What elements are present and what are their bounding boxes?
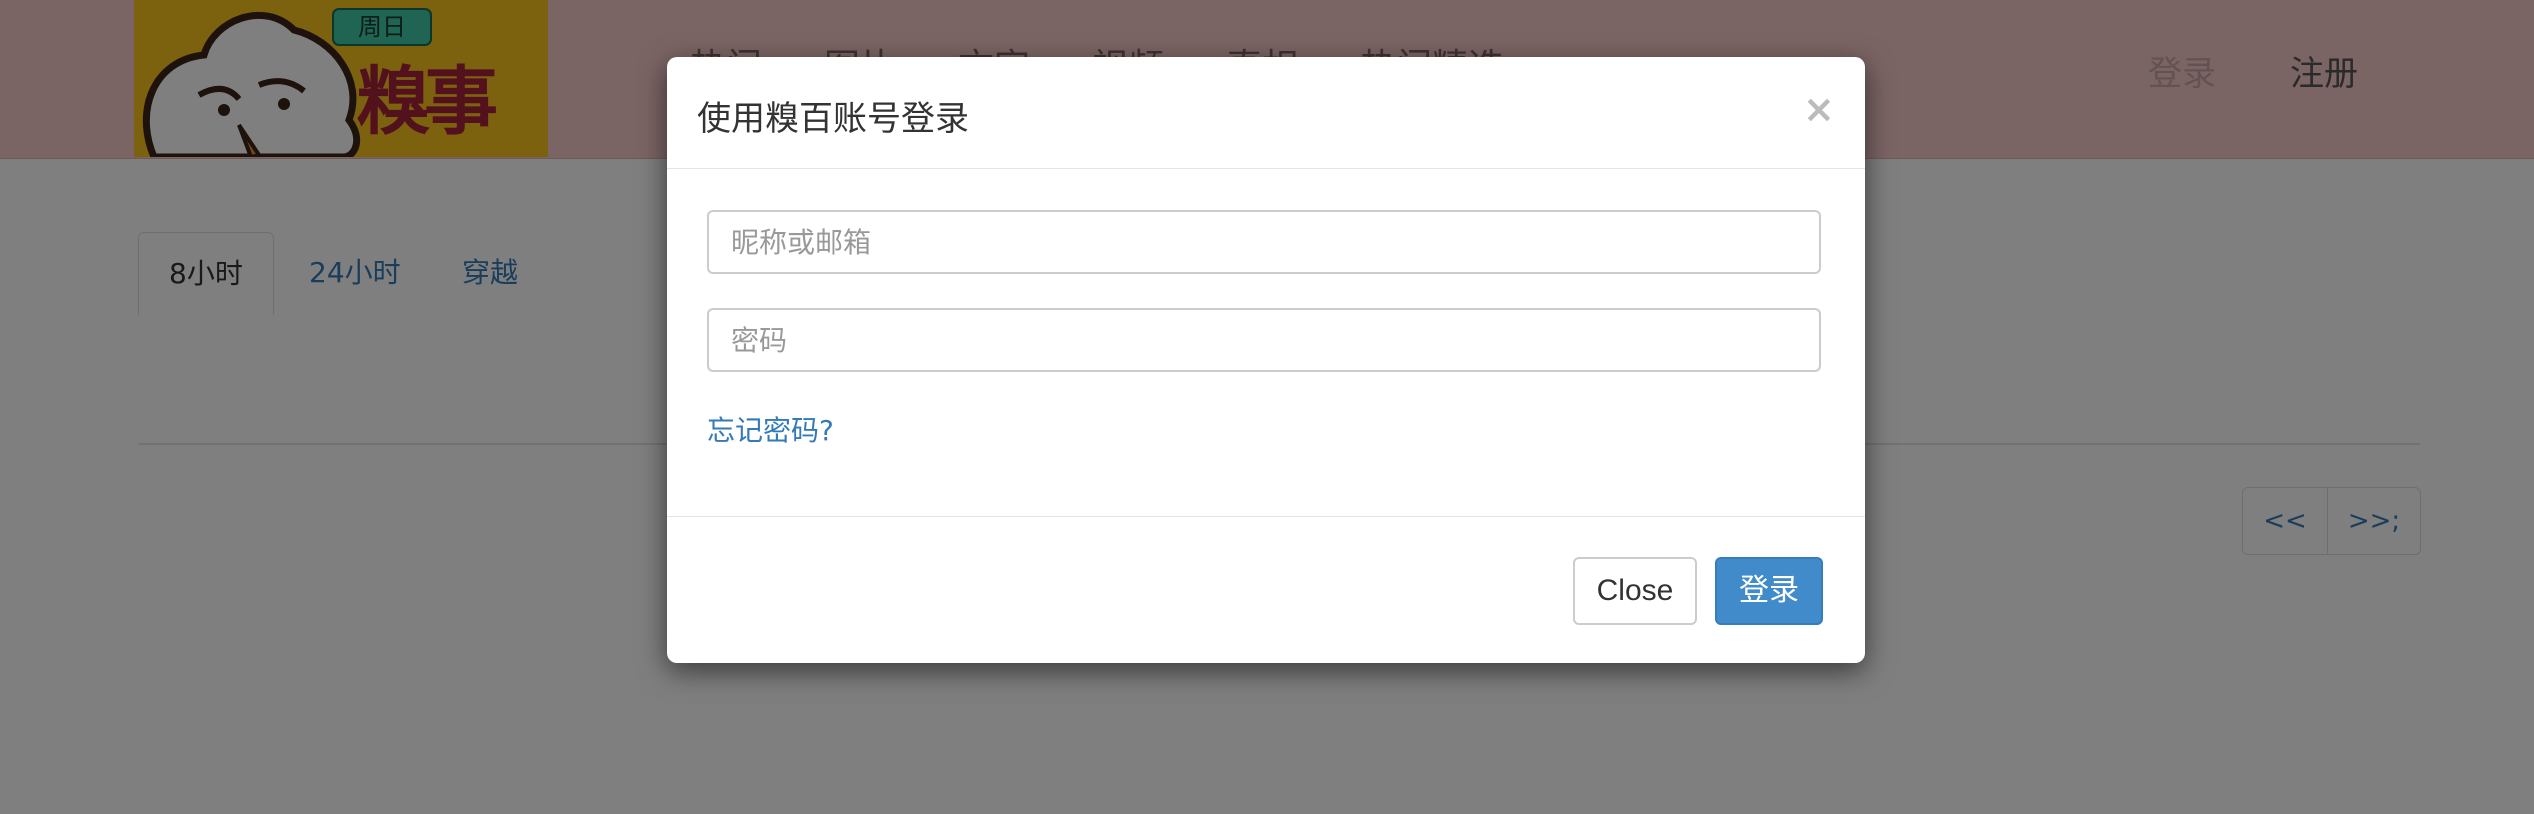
modal-header: 使用糗百账号登录 × <box>667 57 1865 169</box>
close-icon[interactable]: × <box>1803 87 1835 131</box>
modal-title: 使用糗百账号登录 <box>697 99 969 139</box>
modal-footer: Close 登录 <box>667 516 1865 664</box>
close-button[interactable]: Close <box>1573 557 1697 625</box>
username-field[interactable] <box>707 210 1821 274</box>
login-button[interactable]: 登录 <box>1715 557 1823 625</box>
login-modal: 使用糗百账号登录 × 忘记密码? Close 登录 <box>667 57 1865 663</box>
forgot-password-link[interactable]: 忘记密码? <box>707 409 834 449</box>
password-field[interactable] <box>707 308 1821 372</box>
